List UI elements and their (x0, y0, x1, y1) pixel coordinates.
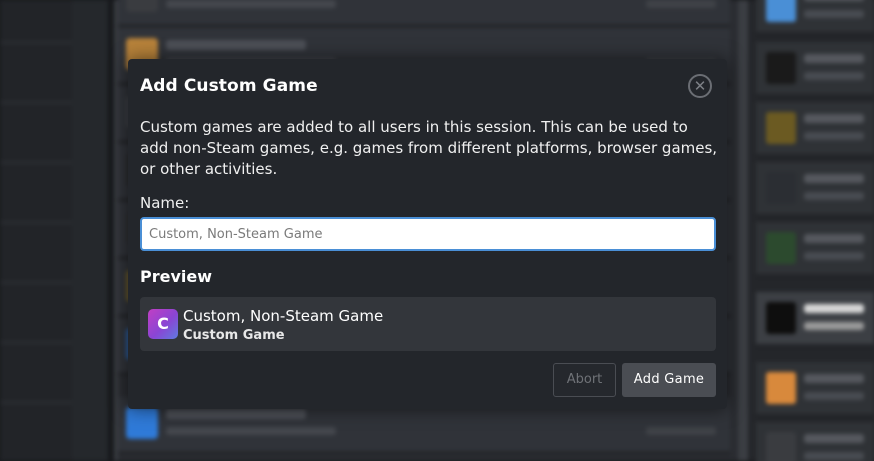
preview-game-name: Custom, Non-Steam Game (183, 307, 384, 325)
background-friend-card (756, 102, 874, 160)
preview-card: C Custom, Non-Steam Game Custom Game (140, 297, 716, 351)
preview-heading: Preview (140, 267, 213, 286)
add-game-button[interactable]: Add Game (622, 363, 716, 397)
background-list-item (118, 0, 730, 28)
background-friend-card (756, 162, 874, 220)
name-label: Name: (140, 194, 190, 212)
background-friend-card (756, 0, 874, 38)
background-friend-card (756, 292, 874, 350)
preview-game-subtitle: Custom Game (183, 328, 285, 343)
name-input[interactable] (140, 217, 716, 251)
app-window: Add Custom Game ✕ Custom games are added… (0, 0, 874, 461)
background-friend-card (756, 42, 874, 100)
background-friend-card (756, 362, 874, 420)
add-custom-game-dialog: Add Custom Game ✕ Custom games are added… (128, 59, 727, 409)
background-friend-card (756, 422, 874, 461)
close-button[interactable]: ✕ (688, 74, 712, 98)
abort-button[interactable]: Abort (553, 363, 616, 397)
dialog-description: Custom games are added to all users in t… (140, 118, 718, 178)
dialog-title: Add Custom Game (140, 76, 318, 96)
background-friend-card (756, 222, 874, 280)
close-icon: ✕ (693, 77, 707, 95)
background-left-strip (72, 0, 108, 461)
game-avatar-icon: C (148, 309, 178, 339)
